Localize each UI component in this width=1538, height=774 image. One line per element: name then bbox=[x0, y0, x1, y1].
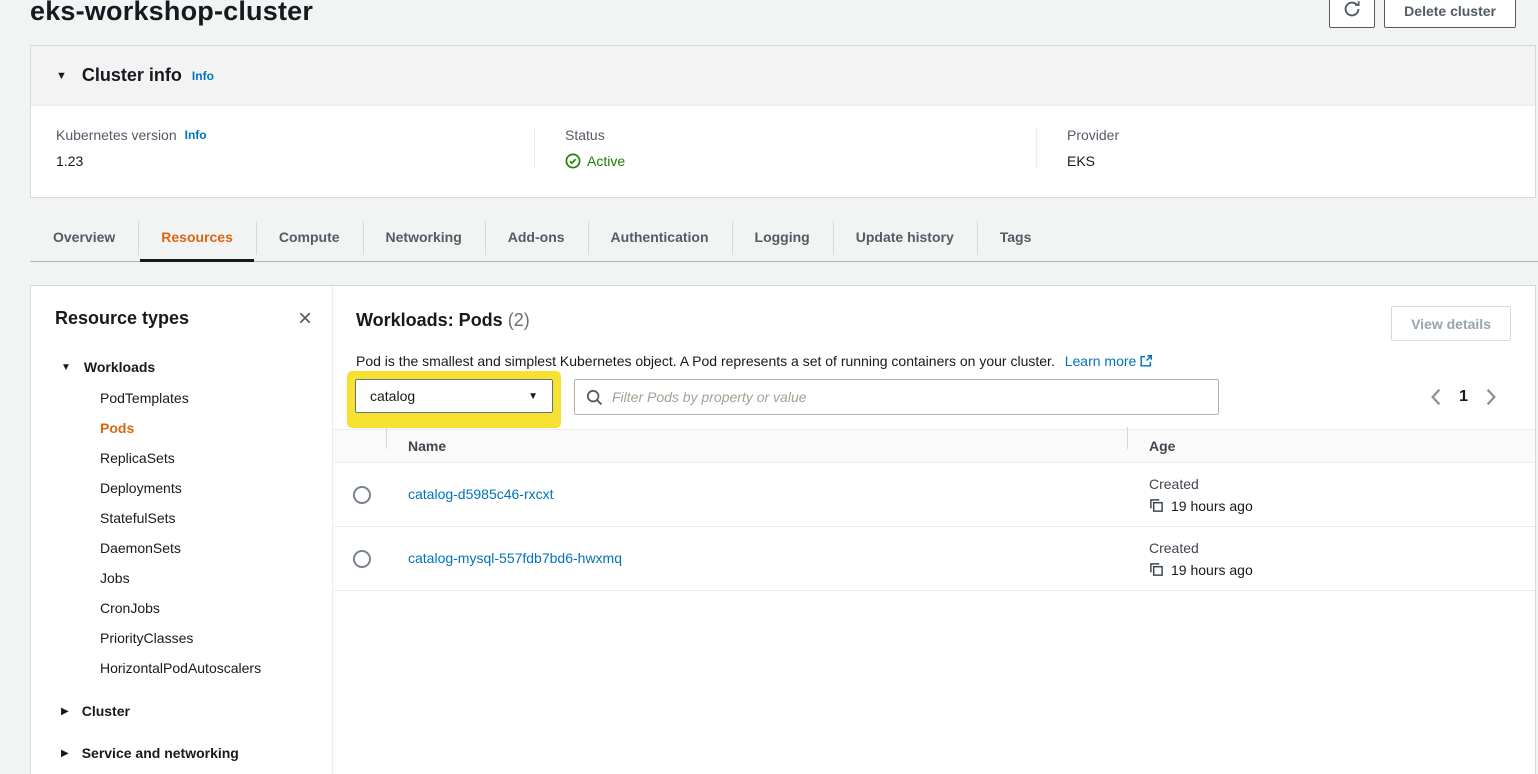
name-column-header: Name bbox=[408, 438, 446, 454]
pod-age: 19 hours ago bbox=[1171, 498, 1253, 514]
delete-cluster-button[interactable]: Delete cluster bbox=[1384, 0, 1516, 28]
tree-group-workloads[interactable]: ▼ Workloads bbox=[61, 353, 312, 381]
next-page-icon[interactable] bbox=[1485, 388, 1497, 406]
pods-count: (2) bbox=[508, 310, 530, 330]
resources-panel: Resource types × ▼ Workloads PodTemplate… bbox=[30, 285, 1536, 774]
age-cell: Created 19 hours ago bbox=[1127, 476, 1535, 514]
close-icon[interactable]: × bbox=[298, 309, 312, 329]
tab-authentication[interactable]: Authentication bbox=[588, 214, 732, 261]
sidebar-item-horizontalpodautoscalers[interactable]: HorizontalPodAutoscalers bbox=[100, 653, 312, 683]
tree-group-service-and-networking[interactable]: ▶ Service and networking bbox=[61, 739, 312, 767]
cluster-info-header[interactable]: ▼ Cluster info Info bbox=[31, 46, 1535, 106]
pod-name-link[interactable]: catalog-mysql-557fdb7bd6-hwxmq bbox=[408, 550, 622, 566]
caret-down-icon: ▼ bbox=[61, 362, 71, 373]
provider-value: EKS bbox=[1067, 153, 1535, 169]
check-circle-icon bbox=[565, 153, 581, 169]
tab-logging[interactable]: Logging bbox=[732, 214, 833, 261]
sidebar-item-replicasets[interactable]: ReplicaSets bbox=[100, 443, 312, 473]
cluster-info-body: Kubernetes version Info 1.23 Status Acti… bbox=[31, 106, 1535, 169]
filter-pods-input[interactable] bbox=[612, 389, 1207, 405]
provider-field: Provider EKS bbox=[1036, 127, 1535, 169]
table-row: catalog-mysql-557fdb7bd6-hwxmq Created 1… bbox=[333, 527, 1535, 591]
pagination: 1 bbox=[1430, 388, 1497, 406]
column-divider bbox=[1127, 427, 1128, 449]
external-link-icon bbox=[1136, 353, 1153, 369]
filter-type-value: catalog bbox=[370, 388, 415, 404]
search-icon bbox=[586, 389, 603, 406]
caret-right-icon: ▶ bbox=[61, 748, 69, 759]
sidebar-item-deployments[interactable]: Deployments bbox=[100, 473, 312, 503]
copy-icon[interactable] bbox=[1149, 562, 1164, 577]
kubernetes-version-field: Kubernetes version Info 1.23 bbox=[31, 127, 534, 169]
tree-group-cluster[interactable]: ▶ Cluster bbox=[61, 697, 312, 725]
sidebar-item-podtemplates[interactable]: PodTemplates bbox=[100, 383, 312, 413]
pods-description: Pod is the smallest and simplest Kuberne… bbox=[356, 353, 1511, 369]
caret-down-icon: ▼ bbox=[56, 70, 67, 82]
pod-age: 19 hours ago bbox=[1171, 562, 1253, 578]
cluster-info-card: ▼ Cluster info Info Kubernetes version I… bbox=[30, 45, 1536, 198]
age-cell: Created 19 hours ago bbox=[1127, 540, 1535, 578]
page-number[interactable]: 1 bbox=[1459, 388, 1468, 406]
refresh-icon bbox=[1343, 0, 1361, 21]
status-label: Status bbox=[565, 127, 605, 143]
row-radio-button[interactable] bbox=[353, 486, 371, 504]
tab-compute[interactable]: Compute bbox=[256, 214, 363, 261]
cluster-tabs: Overview Resources Compute Networking Ad… bbox=[30, 214, 1538, 262]
sidebar-item-daemonsets[interactable]: DaemonSets bbox=[100, 533, 312, 563]
provider-label: Provider bbox=[1067, 127, 1119, 143]
sidebar-item-cronjobs[interactable]: CronJobs bbox=[100, 593, 312, 623]
chevron-down-icon: ▼ bbox=[528, 391, 538, 402]
filter-row: catalog ▼ 1 bbox=[356, 379, 1511, 415]
resource-types-title: Resource types bbox=[55, 308, 189, 329]
resource-types-sidebar: Resource types × ▼ Workloads PodTemplate… bbox=[31, 286, 333, 774]
learn-more-link[interactable]: Learn more bbox=[1065, 353, 1154, 369]
pod-name-link[interactable]: catalog-d5985c46-rxcxt bbox=[408, 486, 554, 502]
tab-networking[interactable]: Networking bbox=[363, 214, 485, 261]
sidebar-item-priorityclasses[interactable]: PriorityClasses bbox=[100, 623, 312, 653]
status-badge: Active bbox=[587, 153, 625, 169]
tab-update-history[interactable]: Update history bbox=[833, 214, 977, 261]
sidebar-item-pods[interactable]: Pods bbox=[100, 413, 312, 443]
caret-right-icon: ▶ bbox=[61, 706, 69, 717]
tab-resources[interactable]: Resources bbox=[138, 214, 256, 261]
highlight-annotation: catalog ▼ bbox=[347, 371, 561, 428]
age-column-header: Age bbox=[1149, 438, 1175, 454]
pods-heading: Workloads: Pods (2) bbox=[356, 310, 530, 331]
copy-icon[interactable] bbox=[1149, 498, 1164, 513]
row-radio-button[interactable] bbox=[353, 550, 371, 568]
sidebar-item-statefulsets[interactable]: StatefulSets bbox=[100, 503, 312, 533]
search-box bbox=[574, 379, 1219, 415]
tab-tags[interactable]: Tags bbox=[977, 214, 1055, 261]
table-row: catalog-d5985c46-rxcxt Created 19 hours … bbox=[333, 463, 1535, 527]
column-divider bbox=[386, 427, 387, 449]
kubernetes-version-value: 1.23 bbox=[56, 153, 534, 169]
filter-type-dropdown[interactable]: catalog ▼ bbox=[355, 379, 553, 413]
page-actions: Delete cluster bbox=[1329, 0, 1516, 28]
sidebar-item-jobs[interactable]: Jobs bbox=[100, 563, 312, 593]
eks-cluster-page: eks-workshop-cluster Delete cluster ▼ Cl… bbox=[0, 0, 1538, 774]
cluster-info-title: Cluster info bbox=[82, 65, 182, 86]
pods-main-panel: Workloads: Pods (2) View details Pod is … bbox=[333, 286, 1535, 774]
previous-page-icon[interactable] bbox=[1430, 388, 1442, 406]
tab-overview[interactable]: Overview bbox=[30, 214, 138, 261]
kubernetes-version-label: Kubernetes version bbox=[56, 127, 177, 143]
tab-add-ons[interactable]: Add-ons bbox=[485, 214, 588, 261]
resource-types-tree: ▼ Workloads PodTemplates Pods ReplicaSet… bbox=[55, 353, 312, 767]
view-details-button[interactable]: View details bbox=[1391, 306, 1511, 341]
table-header: Name Age bbox=[333, 429, 1535, 463]
status-field: Status Active bbox=[534, 127, 1036, 169]
page-title: eks-workshop-cluster bbox=[30, 0, 313, 28]
refresh-button[interactable] bbox=[1329, 0, 1375, 28]
cluster-info-info-link[interactable]: Info bbox=[192, 69, 214, 83]
pods-table: Name Age catalog-d5985c46-rxcxt Created … bbox=[333, 429, 1535, 591]
kubernetes-version-info-link[interactable]: Info bbox=[185, 128, 207, 142]
workloads-items: PodTemplates Pods ReplicaSets Deployment… bbox=[55, 383, 312, 683]
